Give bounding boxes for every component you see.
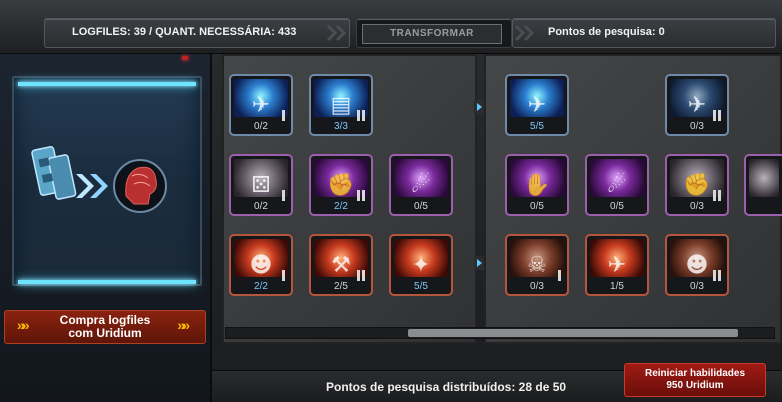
double-arrow-icon: »» (177, 317, 189, 333)
meteor-icon: ☄ (394, 159, 448, 198)
skill-jet[interactable]: ✈ 0/2 (229, 74, 293, 136)
logfiles-status: LOGFILES: 39 / QUANT. NECESSÁRIA: 433 (72, 26, 297, 38)
skill-cannon-ship[interactable]: ✈ 5/5 (505, 74, 569, 136)
reset-button-line2: 950 Uridium (666, 380, 724, 391)
skill-rocket[interactable]: ✦ 5/5 (389, 234, 453, 296)
transform-button[interactable]: TRANSFORMAR (362, 24, 502, 44)
rocket-icon: ✦ (394, 239, 448, 278)
buy-button-line2: com Uridium (68, 326, 142, 340)
meteor-icon: ☄ (590, 159, 644, 198)
partial-skill-icon (749, 159, 779, 197)
logfile-icon (31, 146, 77, 200)
chevron-right-icon (326, 24, 347, 42)
chevron-right-icon (514, 24, 535, 42)
head-icon: ☻ (234, 239, 288, 278)
reset-button-line1: Reiniciar habilidades (644, 368, 746, 379)
skill-fist-2[interactable]: ✊ 0/3 (665, 154, 729, 216)
skill-fist[interactable]: ✊ 2/2 (309, 154, 373, 216)
skill-dice[interactable]: ⚄ 0/2 (229, 154, 293, 216)
skill-partial[interactable] (744, 154, 782, 216)
tree-connector-arrow-icon (474, 100, 484, 114)
dice-icon: ⚄ (234, 159, 288, 198)
skill-meteor[interactable]: ☄ 0/5 (389, 154, 453, 216)
skill-skull[interactable]: ☠ 0/3 (505, 234, 569, 296)
skill-meteor-2[interactable]: ☄ 0/5 (585, 154, 649, 216)
distributed-points: Pontos de pesquisa distribuídos: 28 de 5… (326, 380, 567, 394)
tree-connector-arrow-icon (474, 256, 484, 270)
buy-logfiles-button[interactable]: »» Compra logfiles com Uridium »» (4, 310, 206, 344)
tube-light-bottom (18, 280, 196, 284)
skill-plates[interactable]: ▤ 3/3 (309, 74, 373, 136)
skill-fighter[interactable]: ✈ 0/3 (665, 74, 729, 136)
skill-cannon[interactable]: ⚒ 2/5 (309, 234, 373, 296)
research-points: Pontos de pesquisa: 0 (548, 26, 665, 38)
double-arrow-icon: »» (17, 317, 29, 333)
jet-icon: ✈ (234, 79, 288, 118)
skill-hand[interactable]: ✋ 0/5 (505, 154, 569, 216)
skill-ship-fire[interactable]: ✈ 1/5 (585, 234, 649, 296)
cannon-ship-icon: ✈ (510, 79, 564, 118)
top-bar: LOGFILES: 39 / QUANT. NECESSÁRIA: 433 TR… (0, 0, 782, 54)
reset-skills-button[interactable]: Reiniciar habilidades 950 Uridium (624, 363, 766, 397)
scrollbar-thumb[interactable] (408, 329, 738, 337)
horizontal-scrollbar[interactable] (225, 327, 775, 339)
logfile-to-brain-illustration (31, 146, 167, 213)
skill-head[interactable]: ☻ 2/2 (229, 234, 293, 296)
hand-icon: ✋ (510, 159, 564, 198)
skill-head-2[interactable]: ☻ 0/3 (665, 234, 729, 296)
converter-tube (12, 76, 202, 286)
tube-light-top (18, 82, 196, 86)
ship-fire-icon: ✈ (590, 239, 644, 278)
skull-icon: ☠ (510, 239, 564, 278)
status-light (182, 56, 188, 60)
